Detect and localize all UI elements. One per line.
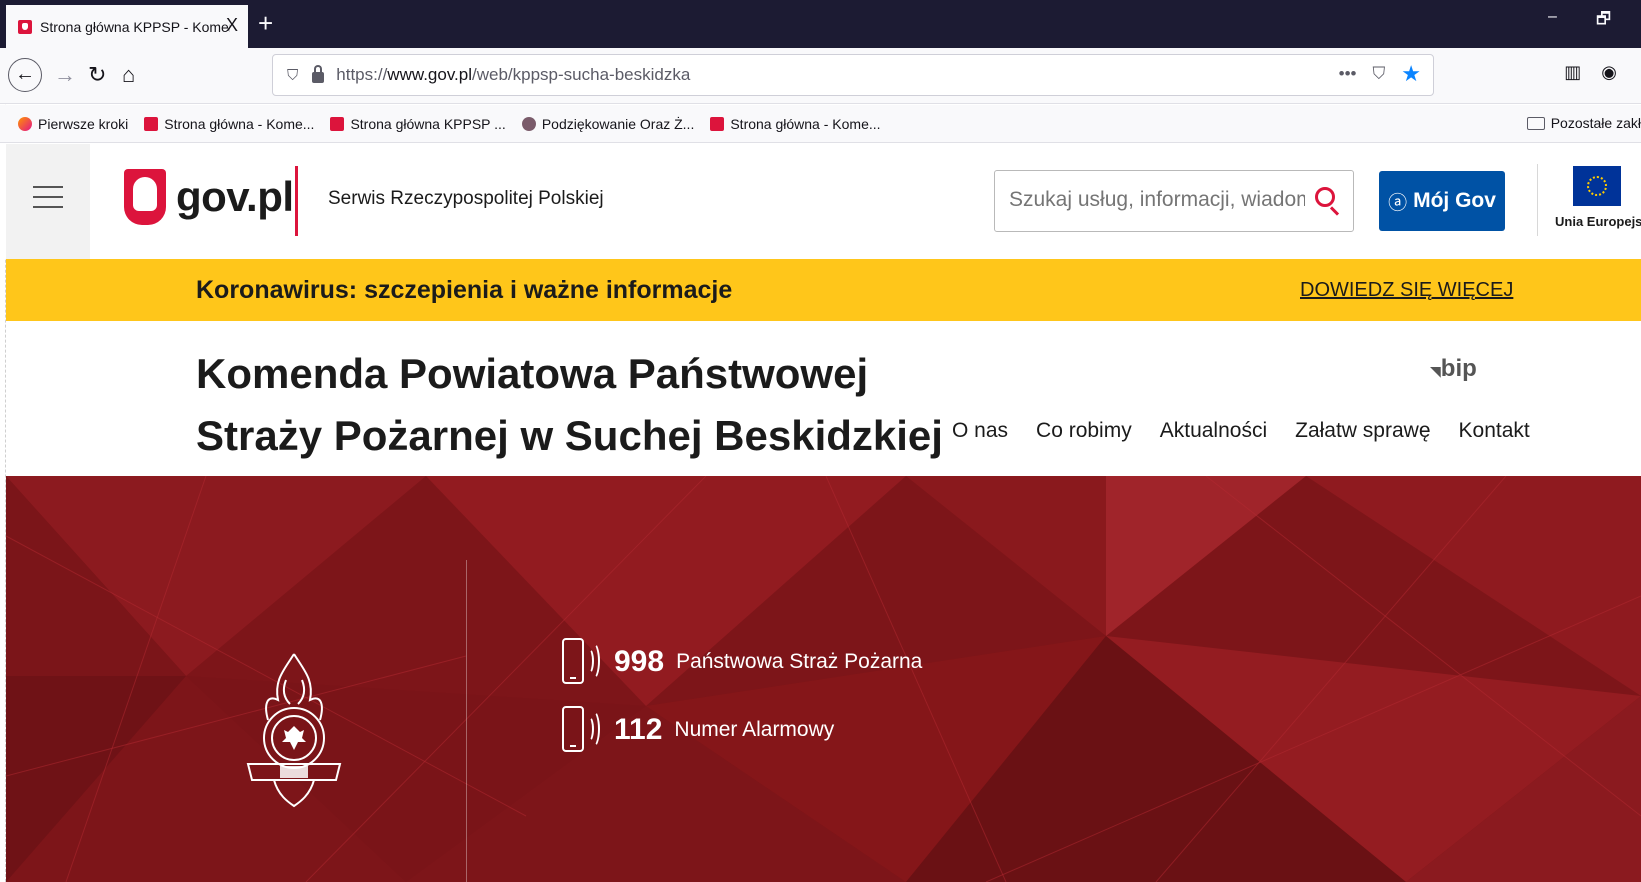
eu-label: Unia Europejska bbox=[1555, 214, 1641, 229]
header-divider bbox=[295, 166, 298, 236]
nav-item-o-nas[interactable]: O nas bbox=[952, 419, 1008, 443]
eu-badge: Unia Europejska bbox=[1555, 166, 1641, 229]
bookmarks-toolbar: Pierwsze kroki Strona główna - Kome... S… bbox=[0, 105, 1641, 143]
hero-section: 998 Państwowa Straż Pożarna 112 Numer Al… bbox=[6, 476, 1641, 882]
bookmark-item[interactable]: Podziękowanie Oraz Ż... bbox=[521, 116, 694, 132]
gov-favicon-icon bbox=[330, 116, 345, 131]
folder-icon bbox=[1526, 116, 1545, 130]
browser-tab-bar: Strona główna KPPSP - Komenda X + – 🗗 bbox=[0, 0, 1641, 48]
other-bookmarks-folder[interactable]: Pozostałe zakł bbox=[1526, 115, 1641, 131]
search-box[interactable] bbox=[994, 170, 1354, 232]
polish-eagle-emblem-icon bbox=[124, 169, 166, 225]
cog-favicon-icon bbox=[521, 116, 536, 131]
reload-button[interactable]: ↻ bbox=[88, 60, 106, 90]
hero-divider bbox=[466, 560, 467, 882]
bookmark-item[interactable]: Strona główna KPPSP ... bbox=[330, 116, 506, 132]
nav-item-kontakt[interactable]: Kontakt bbox=[1459, 419, 1530, 443]
browser-nav-bar: ← → ↻ ⌂ ⛉ https://www.gov.pl/web/kppsp-s… bbox=[0, 48, 1641, 104]
gov-favicon-icon bbox=[710, 116, 725, 131]
phone-number: 998 bbox=[614, 645, 665, 678]
nav-item-aktualnosci[interactable]: Aktualności bbox=[1160, 419, 1267, 443]
hamburger-menu-icon[interactable] bbox=[33, 186, 63, 208]
banner-link[interactable]: DOWIEDZ SIĘ WIĘCEJ bbox=[1300, 279, 1513, 302]
header-divider bbox=[1537, 164, 1538, 236]
site-header: gov.pl Serwis Rzeczypospolitej Polskiej … bbox=[0, 144, 1641, 259]
menu-toggle[interactable] bbox=[6, 144, 90, 259]
forward-button[interactable]: → bbox=[54, 60, 76, 90]
home-button[interactable]: ⌂ bbox=[122, 60, 135, 90]
eu-flag-icon bbox=[1573, 166, 1621, 206]
nav-item-zalatw-sprawe[interactable]: Załatw sprawę bbox=[1295, 419, 1430, 443]
phone-number: 112 bbox=[614, 713, 663, 746]
new-tab-button[interactable]: + bbox=[258, 6, 273, 40]
login-label: Mój Gov bbox=[1413, 189, 1496, 212]
phone-contact-998[interactable]: 998 Państwowa Straż Pożarna bbox=[562, 638, 922, 686]
page-title: Komenda Powiatowa Państwowej Straży Poża… bbox=[196, 350, 943, 459]
browser-tab-active[interactable]: Strona główna KPPSP - Komenda X bbox=[6, 5, 248, 48]
back-button[interactable]: ← bbox=[8, 58, 42, 92]
psp-emblem-icon bbox=[246, 653, 342, 808]
bip-flag-icon: ◥ bbox=[1430, 363, 1441, 379]
bip-link[interactable]: ◥bip bbox=[1430, 355, 1477, 383]
tab-close-icon[interactable]: X bbox=[226, 15, 238, 36]
phone-icon bbox=[562, 706, 600, 754]
restore-icon[interactable]: 🗗 bbox=[1596, 8, 1611, 35]
tab-title: Strona główna KPPSP - Komenda bbox=[40, 18, 230, 35]
tracking-shield-icon[interactable]: ⛉ bbox=[287, 67, 298, 84]
brand-name: gov.pl bbox=[176, 173, 294, 220]
minimize-icon[interactable]: – bbox=[1548, 8, 1557, 26]
sidebar-icon[interactable]: ▥ bbox=[1564, 62, 1581, 83]
gov-favicon-icon bbox=[144, 116, 159, 131]
phone-label: Państwowa Straż Pożarna bbox=[676, 650, 923, 673]
bookmark-item[interactable]: Strona główna - Kome... bbox=[144, 116, 314, 132]
url-text[interactable]: https://www.gov.pl/web/kppsp-sucha-beski… bbox=[336, 65, 690, 85]
search-input[interactable] bbox=[995, 171, 1305, 229]
address-bar[interactable]: ⛉ https://www.gov.pl/web/kppsp-sucha-bes… bbox=[272, 54, 1434, 96]
gov-favicon-icon bbox=[18, 19, 32, 34]
firefox-icon bbox=[18, 116, 32, 131]
user-icon: ⓐ bbox=[1388, 192, 1408, 214]
banner-text: Koronawirus: szczepienia i ważne informa… bbox=[196, 276, 733, 304]
search-icon[interactable] bbox=[1315, 187, 1335, 207]
nav-item-co-robimy[interactable]: Co robimy bbox=[1036, 419, 1132, 443]
page-actions-menu-icon[interactable]: ••• bbox=[1339, 64, 1357, 84]
covid-banner: Koronawirus: szczepienia i ważne informa… bbox=[6, 259, 1641, 321]
phone-icon bbox=[562, 638, 600, 686]
phone-label: Numer Alarmowy bbox=[674, 718, 835, 741]
service-name: Serwis Rzeczypospolitej Polskiej bbox=[328, 188, 604, 209]
bookmark-item[interactable]: Strona główna - Kome... bbox=[710, 116, 881, 132]
gov-logo[interactable]: gov.pl bbox=[124, 169, 294, 225]
main-navigation: O nas Co robimy Aktualności Załatw spraw… bbox=[952, 419, 1530, 443]
login-button[interactable]: ⓐ Mój Gov bbox=[1379, 171, 1505, 231]
account-icon[interactable]: ◉ bbox=[1601, 62, 1617, 83]
bookmark-star-icon[interactable]: ★ bbox=[1401, 63, 1421, 85]
lock-icon[interactable] bbox=[312, 65, 325, 83]
page-title-section: Komenda Powiatowa Państwowej Straży Poża… bbox=[6, 321, 1641, 476]
phone-contact-112[interactable]: 112 Numer Alarmowy bbox=[562, 706, 834, 754]
bookmark-item[interactable]: Pierwsze kroki bbox=[18, 116, 128, 132]
pocket-icon[interactable]: ⛉ bbox=[1373, 64, 1386, 84]
